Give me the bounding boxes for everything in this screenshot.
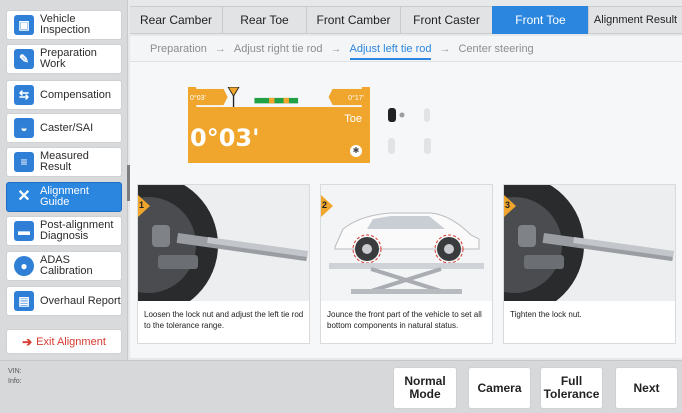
sidebar-item-adas-calibration[interactable]: ● ADAS Calibration xyxy=(6,251,122,281)
car-icon: ▣ xyxy=(14,15,34,35)
sidebar-item-label: Overhaul Report xyxy=(40,294,121,307)
normal-mode-button[interactable]: Normal Mode xyxy=(393,367,457,409)
list-icon: ≡ xyxy=(14,152,34,172)
sidebar-item-alignment-guide[interactable]: ✕ Alignment Guide xyxy=(6,182,122,212)
tab-front-camber[interactable]: Front Camber xyxy=(306,6,400,34)
sidebar-item-label: Measured Result xyxy=(40,150,89,173)
tab-front-caster[interactable]: Front Caster xyxy=(400,6,492,34)
step-breadcrumb: Preparation → Adjust right tie rod → Adj… xyxy=(130,36,682,62)
sidebar: ▣ Vehicle Inspection ✎ Preparation Work … xyxy=(0,0,128,360)
instruction-text: Jounce the front part of the vehicle to … xyxy=(327,310,482,330)
vehicle-info: VIN: Info: xyxy=(8,367,22,387)
step-adjust-right-tie-rod[interactable]: Adjust right tie rod xyxy=(234,43,323,55)
report-icon: ▤ xyxy=(14,291,34,311)
step-adjust-left-tie-rod[interactable]: Adjust left tie rod xyxy=(349,43,432,60)
sidebar-item-label: Compensation xyxy=(40,88,111,101)
instruction-card-2: 2 Jounce the front part of the vehicle t… xyxy=(320,184,493,344)
footer-bar: VIN: Info: Normal Mode Camera Full Toler… xyxy=(0,360,682,413)
exit-alignment-button[interactable]: ➔ Exit Alignment xyxy=(6,329,122,354)
toe-gauge: 0°03' 0°17' Toe 0°03' ✱ xyxy=(188,87,370,163)
gauge-unit-label: Toe xyxy=(344,113,362,125)
camera-button[interactable]: Camera xyxy=(468,367,531,409)
step-center-steering[interactable]: Center steering xyxy=(458,43,533,55)
sidebar-item-caster-sai[interactable]: ◒ Caster/SAI xyxy=(6,113,122,143)
sidebar-item-vehicle-inspection[interactable]: ▣ Vehicle Inspection xyxy=(6,10,122,40)
sidebar-item-label: ADAS Calibration xyxy=(40,254,93,277)
lock-nut-photo xyxy=(504,185,675,301)
sidebar-item-post-alignment-diagnosis[interactable]: ▬ Post-alignment Diagnosis xyxy=(6,216,122,246)
wheel-position-diagram xyxy=(388,108,431,154)
step-preparation[interactable]: Preparation xyxy=(150,43,207,55)
instruction-text: Tighten the lock nut. xyxy=(510,310,582,319)
sidebar-item-preparation-work[interactable]: ✎ Preparation Work xyxy=(6,44,122,74)
instruction-card-1: 1 Loosen the lock nut and adjust the lef… xyxy=(137,184,310,344)
tab-rear-camber[interactable]: Rear Camber xyxy=(130,6,222,34)
adas-icon: ● xyxy=(14,256,34,276)
tab-alignment-result[interactable]: Alignment Result xyxy=(588,6,682,34)
instruction-card-3: 3 Tighten the lock nut. xyxy=(503,184,676,344)
gauge-icon: ◒ xyxy=(14,118,34,138)
next-button[interactable]: Next xyxy=(615,367,678,409)
instruction-text: Loosen the lock nut and adjust the left … xyxy=(144,310,304,330)
sidebar-item-overhaul-report[interactable]: ▤ Overhaul Report xyxy=(6,286,122,316)
step-number: 2 xyxy=(322,200,328,210)
vehicle-on-lift-photo xyxy=(321,185,492,301)
main-panel: 0°03' 0°17' Toe 0°03' ✱ 1 Loosen the loc… xyxy=(130,62,682,358)
vin-label: VIN: xyxy=(8,368,22,375)
compensation-icon: ⇆ xyxy=(14,85,34,105)
gauge-min-value: 0°03' xyxy=(190,95,206,102)
tab-bar: Rear Camber Rear Toe Front Camber Front … xyxy=(130,6,682,34)
car-icon: ▬ xyxy=(14,221,34,241)
tab-rear-toe[interactable]: Rear Toe xyxy=(222,6,306,34)
arrow-right-icon: → xyxy=(330,42,342,55)
step-number: 1 xyxy=(139,200,145,210)
wrench-icon: ✎ xyxy=(14,49,34,69)
tools-icon: ✕ xyxy=(17,188,31,205)
exit-alignment-label: Exit Alignment xyxy=(36,335,106,348)
sidebar-item-measured-result[interactable]: ≡ Measured Result xyxy=(6,147,122,177)
gauge-scale xyxy=(196,87,362,107)
exit-icon: ➔ xyxy=(22,334,33,349)
info-label: Info: xyxy=(8,378,22,385)
tab-front-toe[interactable]: Front Toe xyxy=(492,6,588,34)
arrow-right-icon: → xyxy=(214,42,226,55)
gauge-max-value: 0°17' xyxy=(348,95,364,102)
sidebar-item-label: Post-alignment Diagnosis xyxy=(40,219,114,242)
tolerance-band xyxy=(254,97,299,104)
gauge-value: 0°03' xyxy=(190,124,260,152)
arrow-right-icon: → xyxy=(439,42,451,55)
sidebar-item-label: Alignment Guide xyxy=(40,185,89,208)
tie-rod-photo xyxy=(138,185,309,301)
sidebar-item-label: Caster/SAI xyxy=(40,121,94,134)
step-number: 3 xyxy=(505,200,511,210)
wrench-icon[interactable]: ✱ xyxy=(350,145,362,157)
sidebar-item-label: Vehicle Inspection xyxy=(40,13,91,36)
sidebar-item-compensation[interactable]: ⇆ Compensation xyxy=(6,80,122,110)
full-tolerance-button[interactable]: Full Tolerance xyxy=(540,367,603,409)
sidebar-item-label: Preparation Work xyxy=(40,47,97,70)
